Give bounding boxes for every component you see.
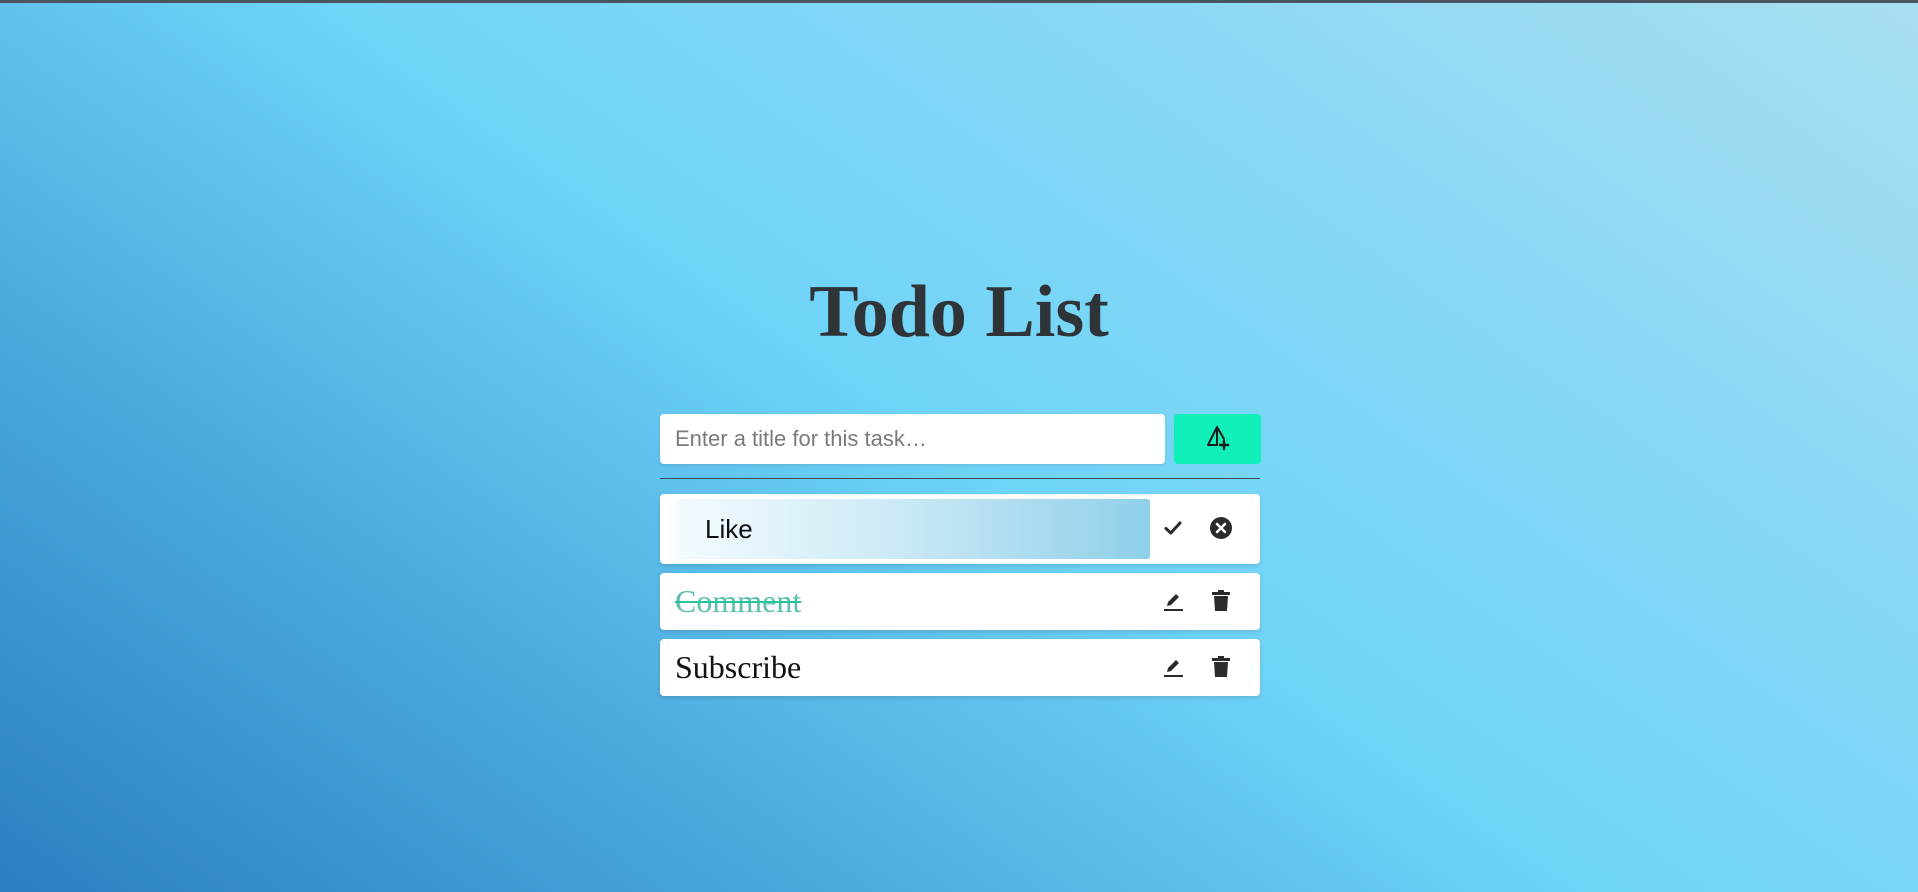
divider [660, 478, 1260, 479]
edit-task-button[interactable] [1153, 582, 1193, 622]
edit-task-button[interactable] [1153, 648, 1193, 688]
cancel-icon [1209, 516, 1233, 543]
page-title: Todo List [809, 271, 1109, 353]
delete-task-button[interactable] [1201, 582, 1241, 622]
task-title-input[interactable] [660, 414, 1165, 464]
todo-item: Subscribe [660, 639, 1260, 696]
todo-item-completed: Comment [660, 573, 1260, 630]
trash-icon [1210, 589, 1232, 616]
edit-task-input[interactable] [675, 499, 1150, 559]
trash-icon [1210, 655, 1232, 682]
pencil-icon [1161, 655, 1185, 682]
pencil-icon [1161, 589, 1185, 616]
add-task-button[interactable] [1174, 414, 1261, 464]
todo-title[interactable]: Subscribe [675, 639, 801, 696]
todo-item-editing [660, 494, 1260, 564]
check-icon [1164, 519, 1182, 540]
cancel-edit-button[interactable] [1201, 509, 1241, 549]
delete-task-button[interactable] [1201, 648, 1241, 688]
window-top-border [0, 0, 1918, 3]
todo-title[interactable]: Comment [675, 573, 801, 630]
save-edit-button[interactable] [1153, 509, 1193, 549]
add-task-icon [1205, 425, 1231, 454]
add-task-form [660, 414, 1261, 464]
